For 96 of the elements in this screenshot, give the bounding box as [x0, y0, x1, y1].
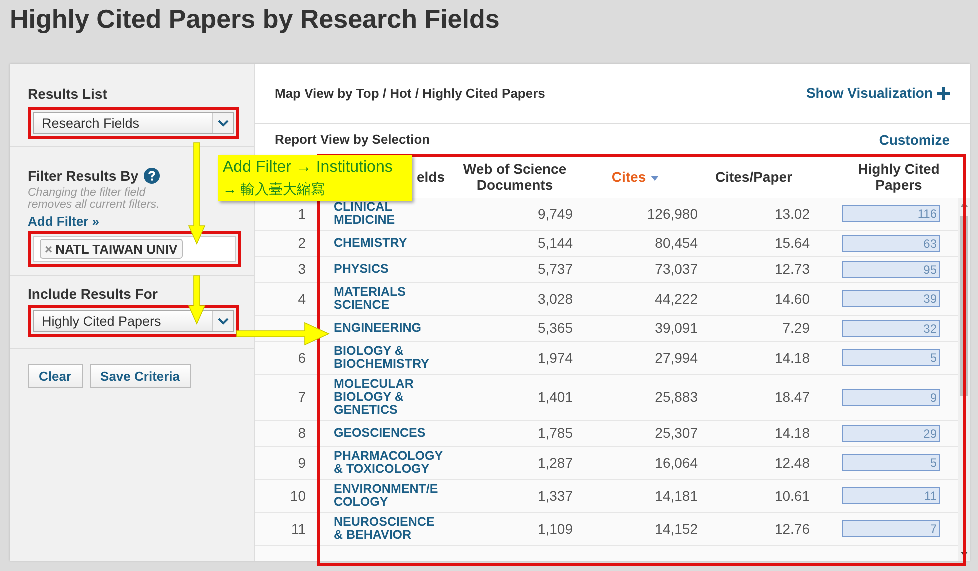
column-header[interactable]: elds	[416, 168, 445, 185]
count-bar: 7	[842, 520, 940, 538]
table-cell-text: 44,222	[654, 290, 698, 307]
section-title: Map View by Top / Hot / Highly Cited Papers	[275, 86, 546, 101]
field-link[interactable]: MOLECULAR BIOLOGY & GENETICS	[334, 378, 445, 417]
field-link[interactable]: NEUROSCIENCE & BEHAVIOR	[334, 516, 445, 542]
arrow-down-icon[interactable]	[960, 552, 968, 557]
page-title: Highly Cited Papers by Research Fields	[9, 3, 501, 36]
count-bar: 9	[842, 388, 940, 406]
table-cell-text: 12.48	[774, 454, 810, 471]
count-bar: 116	[842, 205, 940, 222]
table-cell-text: 80,454	[654, 235, 698, 252]
table-cell-text: 14,152	[654, 520, 698, 537]
table-cell-text: 12.76	[774, 520, 810, 537]
section-label: Include Results For	[28, 286, 159, 302]
table-cell-text: 10.61	[774, 488, 810, 504]
field-link[interactable]: BIOLOGY & BIOCHEMISTRY	[334, 344, 445, 371]
column-header[interactable]: Cites/Paper	[715, 168, 793, 185]
rank-number: 11	[291, 520, 306, 537]
table-cell-text: 5,144	[536, 235, 573, 252]
plus-icon[interactable]	[937, 86, 950, 100]
count-bar: 39	[842, 290, 940, 308]
table-cell-text: 73,037	[654, 261, 698, 278]
column-header[interactable]: Highly Cited Papers	[840, 160, 958, 193]
table-cell-text: 14.60	[774, 290, 810, 307]
table-cell-text: 9,749	[536, 206, 573, 222]
table-cell-text: 25,883	[654, 389, 698, 406]
rank-number: 6	[298, 350, 306, 366]
include-results-dropdown[interactable]: Highly Cited Papers	[33, 310, 234, 332]
table-cell-text: 12.73	[774, 261, 810, 278]
chevron-down-icon	[218, 318, 228, 324]
rank-number: 7	[298, 389, 306, 406]
table-cell-text: 27,994	[654, 350, 698, 366]
rank-number: 8	[298, 425, 306, 442]
annotation-arrow	[188, 276, 206, 325]
table-cell-text: 14.18	[774, 350, 810, 366]
count-bar: 95	[842, 260, 940, 278]
filter-field[interactable]: × NATL TAIWAN UNIV	[33, 236, 236, 262]
column-header[interactable]: Web of Science Documents	[457, 160, 573, 193]
add-filter-link[interactable]: Add Filter »	[28, 214, 100, 230]
hint-text: Changing the filter field removes all current filters.	[28, 187, 161, 211]
chip-label: NATL TAIWAN UNIV	[56, 242, 178, 256]
table-cell-text: 3,028	[536, 290, 573, 307]
count-bar: 5	[842, 349, 940, 366]
table-cell-text: 13.02	[774, 206, 810, 222]
table-cell-text: 15.64	[774, 235, 810, 252]
clear-button[interactable]: Clear	[28, 364, 83, 388]
field-link[interactable]: ENVIRONMENT/ECOLOGY	[334, 482, 445, 509]
section-label: Filter Results By	[28, 168, 138, 184]
section-label: Results List	[28, 86, 108, 102]
save-criteria-button[interactable]: Save Criteria	[90, 364, 192, 388]
rank-number: 3	[298, 261, 306, 278]
count-bar: 5	[842, 454, 940, 472]
table-cell-text: 18.47	[774, 389, 810, 406]
field-link[interactable]: ENGINEERING	[334, 322, 422, 335]
count-bar: 32	[842, 320, 940, 337]
rank-number: 2	[298, 235, 306, 252]
rank-number: 9	[298, 454, 306, 471]
table-cell-text: 1,337	[536, 488, 573, 504]
table-cell-text: 5,365	[536, 320, 573, 336]
field-link[interactable]: GEOSCIENCES	[334, 426, 426, 440]
table-cell-text: 1,785	[536, 425, 573, 442]
field-link[interactable]: PHYSICS	[334, 262, 389, 276]
table-cell-text: 25,307	[654, 425, 698, 442]
table-cell-text: 1,974	[536, 350, 573, 366]
table-cell-text: 14.18	[774, 425, 810, 442]
rank-number: 10	[290, 488, 306, 504]
count-bar: 11	[842, 487, 940, 504]
table-cell-text: 1,401	[536, 389, 573, 406]
arrow-up-icon[interactable]	[960, 202, 968, 207]
rank-number: 4	[298, 290, 306, 307]
table-cell-text: 1,287	[536, 454, 573, 471]
sort-down-icon	[651, 176, 660, 181]
table-cell-text: 14,181	[654, 488, 698, 504]
rank-number: 1	[298, 206, 306, 222]
table-cell-text: 5,737	[536, 261, 573, 278]
field-link[interactable]: MATERIALS SCIENCE	[334, 286, 445, 312]
column-header[interactable]: Cites	[612, 168, 646, 185]
count-bar: 63	[842, 234, 940, 252]
table-cell-text: 16,064	[654, 454, 698, 471]
field-link[interactable]: CHEMISTRY	[334, 236, 408, 250]
table-cell-text: 126,980	[646, 206, 698, 222]
table-cell-text: 1,109	[536, 520, 573, 537]
callout-text: Add Filter → Institutions	[223, 158, 394, 178]
chevron-down-icon	[218, 120, 228, 126]
field-link[interactable]: PHARMACOLOGY & TOXICOLOGY	[334, 450, 445, 476]
table-cell-text: 39,091	[654, 320, 698, 336]
show-visualization-link[interactable]: Show Visualization	[806, 85, 933, 102]
field-link[interactable]: CLINICAL MEDICINE	[334, 200, 445, 227]
callout-text: → 輸入臺大縮寫	[223, 180, 326, 199]
section-title: Report View by Selection	[275, 132, 430, 148]
help-icon[interactable]	[144, 168, 160, 184]
customize-link[interactable]: Customize	[879, 132, 950, 148]
count-bar: 29	[842, 424, 940, 442]
table-cell-text: 7.29	[782, 320, 810, 336]
results-list-dropdown[interactable]: Research Fields	[33, 112, 234, 134]
